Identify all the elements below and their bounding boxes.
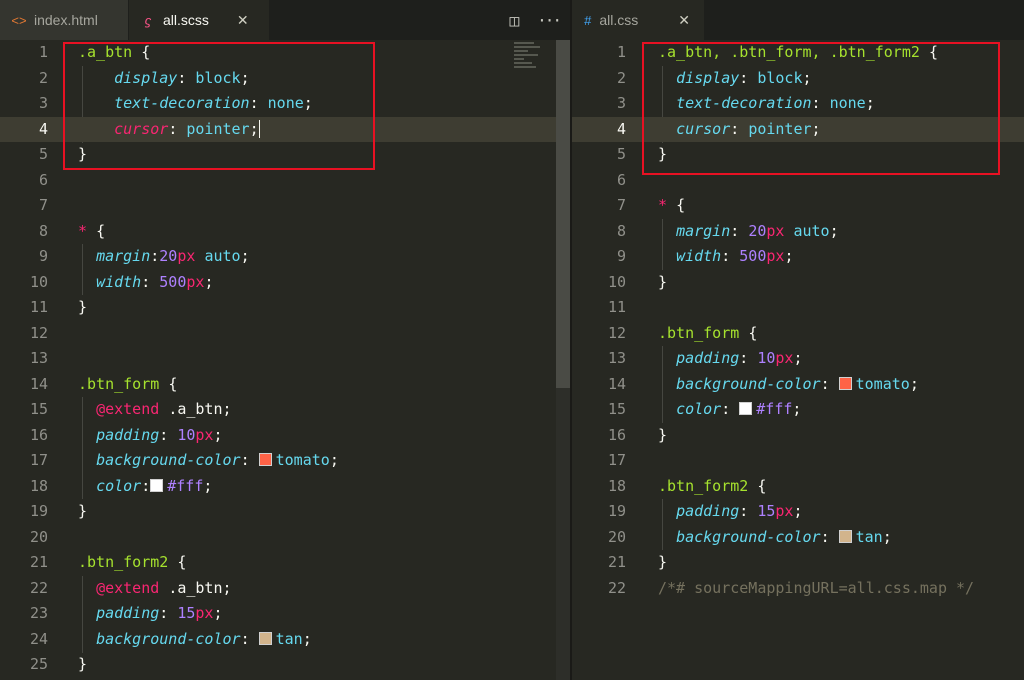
code-line: 6	[38, 170, 48, 189]
code-line: 18 color: #fff;	[29, 476, 213, 495]
code-line: 15 @extend .a_btn;	[29, 400, 232, 418]
right-editor-pane: # all.css ✕ 1 .a_btn, .btn_form, .btn_for…	[572, 0, 1024, 680]
tab-label: index.html	[34, 12, 98, 28]
tab-label: all.css	[599, 12, 639, 28]
code-line: 15 color: #fff;	[607, 400, 802, 418]
code-line: 10}	[607, 272, 668, 291]
code-line: 11	[607, 298, 626, 316]
tab-actions: ◫ ···	[509, 0, 562, 40]
code-line: 14 background-color: tomato;	[607, 374, 919, 393]
close-icon[interactable]: ✕	[237, 12, 249, 29]
code-line: 8 * {	[38, 221, 106, 240]
close-icon[interactable]: ✕	[678, 12, 690, 29]
tab-all-scss[interactable]: ϛ all.scss ✕	[129, 0, 269, 40]
scss-code-editor[interactable]: 1 .a_btn { 2 display: block; 3 text-decor…	[0, 40, 570, 680]
code-line: 21 .btn_form2 {	[29, 553, 187, 571]
code-line: 17	[607, 451, 626, 469]
code-line: 9 width: 500px;	[616, 247, 794, 265]
code-line: 23 padding: 15px;	[29, 604, 223, 622]
code-line: 7	[38, 196, 48, 214]
editor-window: <> index.html ϛ all.scss ✕ ◫ ··· 1 .a_btn…	[0, 0, 1024, 680]
css-code-editor[interactable]: 1 .a_btn, .btn_form, .btn_form2 { 2 displ…	[572, 40, 1024, 680]
code-line: 20	[29, 527, 48, 546]
code-line: 22/*# sourceMappingURL=all.css.map */	[607, 578, 975, 597]
code-line: 22 @extend .a_btn;	[29, 578, 232, 597]
color-swatch-white[interactable]	[739, 402, 753, 415]
code-line: 25}	[29, 655, 88, 673]
code-line: 17 background-color: tomato;	[29, 451, 339, 469]
color-swatch-tan[interactable]	[258, 631, 272, 645]
code-line: 11}	[29, 298, 88, 316]
code-line: 12	[29, 323, 48, 342]
tab-label: all.scss	[163, 12, 209, 28]
tab-all-css[interactable]: # all.css ✕	[572, 0, 704, 40]
sass-icon: ϛ	[144, 12, 152, 28]
code-line: 19}	[29, 502, 88, 520]
code-line: 21}	[607, 553, 668, 571]
code-line: 19 padding: 15px;	[607, 502, 803, 520]
tab-index-html[interactable]: <> index.html	[0, 0, 128, 40]
code-icon: <>	[11, 12, 27, 28]
code-line: 10 width: 500px;	[29, 272, 214, 291]
color-swatch-tomato[interactable]	[258, 453, 272, 466]
color-swatch-white[interactable]	[150, 478, 164, 492]
left-editor-pane: <> index.html ϛ all.scss ✕ ◫ ··· 1 .a_btn…	[0, 0, 570, 680]
right-tab-bar: # all.css ✕	[572, 0, 1024, 40]
code-line: 20 background-color: tan;	[607, 527, 892, 546]
code-line: 9 margin:20px auto;	[38, 247, 250, 265]
highlight-box	[642, 42, 1000, 175]
code-line: 13	[29, 349, 48, 367]
more-actions-icon[interactable]: ···	[537, 11, 562, 30]
code-line: 8 margin: 20px auto;	[616, 221, 839, 240]
hash-icon: #	[584, 12, 592, 28]
color-swatch-tomato[interactable]	[838, 376, 852, 390]
code-line: 7 * {	[616, 196, 686, 214]
code-line: 18 .btn_form2 {	[607, 476, 767, 495]
code-line: 12 .btn_form {	[607, 323, 758, 342]
minimap[interactable]	[514, 42, 548, 82]
scrollbar-thumb[interactable]	[556, 40, 570, 388]
code-line: 16 padding: 10px;	[29, 425, 223, 444]
left-tab-bar: <> index.html ϛ all.scss ✕ ◫ ···	[0, 0, 570, 40]
code-line: 14 .btn_form {	[29, 374, 178, 393]
color-swatch-tan[interactable]	[838, 529, 852, 543]
vertical-scrollbar[interactable]	[556, 40, 570, 680]
split-editor-icon[interactable]: ◫	[509, 11, 519, 30]
code-line: 16}	[607, 425, 668, 444]
code-line: 24 background-color: tan;	[29, 629, 312, 648]
code-line: 13 padding: 10px;	[607, 349, 803, 367]
highlight-box	[63, 42, 375, 170]
